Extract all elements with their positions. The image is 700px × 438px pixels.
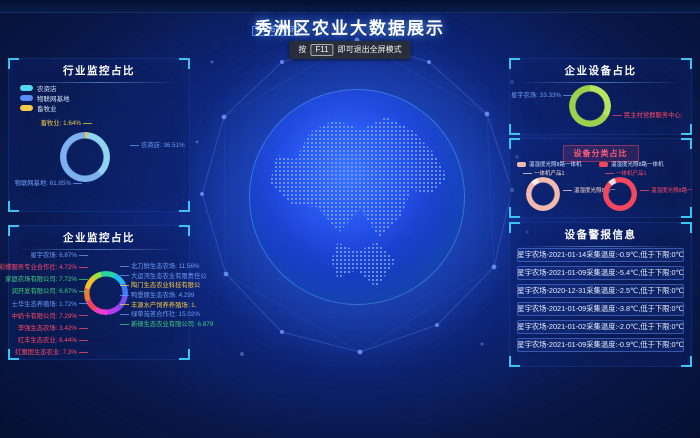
chart-label: 民主村党群服务中心: <box>613 112 682 120</box>
legend-label: 农资店 <box>37 83 57 93</box>
legend-swatch <box>599 162 608 167</box>
chart-label: 新硕生态农业有限公司: 6.879 <box>120 321 213 329</box>
chart-label: 大运河生态农业有限责任公 <box>120 273 207 281</box>
chart-label: 星宇农场: 6.87% <box>30 252 88 260</box>
enterprise-right-labels: 北刀鲜生态农场: 11.56% 大运河生态农业有限责任公 陶门生态农业科技有限公… <box>120 263 190 329</box>
chart-label: 温湿度光照8路一 <box>640 186 693 194</box>
industry-legend: 农资店 物联网基地 畜牧业 <box>20 83 70 113</box>
enterprise-left-labels: 星宇农场: 6.87% 彩蝶服务专业合作社: 4.72% 家庭农场有限公司: 7… <box>8 252 88 357</box>
industry-donut-chart <box>60 132 110 182</box>
alarm-row: 星宇农场-2021-01-09采集温度:-0.9℃,低于下限:0℃ <box>517 338 684 352</box>
equipment-donut-chart <box>569 85 611 127</box>
chart-label: 畜牧业: 1.64% <box>16 120 92 128</box>
top-bar <box>0 0 700 13</box>
panel-device-alarm-info: 设备警报信息 星宇农场-2021-01-14采集温度:-0.9℃,低于下限:0℃… <box>509 222 692 367</box>
chart-label: 红丰生态农业: 6.44% <box>18 337 88 345</box>
continent-dots-asia <box>266 117 447 242</box>
panel-title: 企业设备占比 <box>509 58 692 83</box>
chart-label: 李强生态农场: 3.42% <box>18 325 88 333</box>
alarm-row: 星宇农场-2021-01-09采集温度:-5.4℃,低于下限:0℃ <box>517 266 684 280</box>
chart-label: 士华生态养殖场: 1.72% <box>12 301 88 309</box>
legend-swatch <box>20 85 33 91</box>
legend-item[interactable]: 畜牧业 <box>20 103 70 113</box>
chart-label: 鸭堡原生态农场: 4.299 <box>120 292 194 300</box>
panel-industry-monitor-ratio: 行业监控占比 农资店 物联网基地 畜牧业 畜牧业: 1.64% 农资店: 36.… <box>8 58 190 212</box>
panel-title: 企业监控占比 <box>8 225 190 250</box>
device-class-donut-left <box>526 177 560 211</box>
alarm-row: 星宇农场-2021-01-02采集温度:-2.0℃,低于下限:0℃ <box>517 320 684 334</box>
chart-label: 丰源水产饲养养殖场: 1. <box>120 302 196 310</box>
chart-label: 北刀鲜生态农场: 11.56% <box>120 263 199 271</box>
chart-label: 中奶卡有限公司: 7.29% <box>12 313 88 321</box>
continent-dots-islands <box>331 242 396 287</box>
legend-item[interactable]: 物联网基地 <box>20 93 70 103</box>
chart-label: 星宇农场: 33.33% <box>511 92 567 100</box>
alarm-list: 星宇农场-2021-01-14采集温度:-0.9℃,低于下限:0℃ 星宇农场-2… <box>517 248 684 356</box>
dashboard-screen: TASGOUREAT 秀洲区农业大数据展示 按F11即可退出全屏模式 行业监控占… <box>0 0 700 438</box>
panel-enterprise-equipment-ratio: 企业设备占比 星宇农场: 33.33% 民主村党群服务中心: <box>509 58 692 135</box>
globe-visualization <box>249 89 465 305</box>
chart-label: 陶门生态农业科技有限公 <box>120 282 200 290</box>
panel-device-class-ratio: 设备分类占比 温湿度光照8路一体机 一体机产品1 温湿度光照8路一 温湿度光照8… <box>509 138 692 218</box>
chart-label: 红魔国生态农业: 7.3% <box>15 349 88 357</box>
chart-label: 一体机产品1 <box>605 169 647 177</box>
legend-label: 温湿度光照8路一体机 <box>529 160 582 168</box>
legend-label: 温湿度光照8路一体机 <box>611 160 664 168</box>
legend-label: 畜牧业 <box>37 103 57 113</box>
chart-label: 物联网基地: 61.85% <box>10 180 82 188</box>
alarm-row: 星宇农场-2020-12-31采集温度:-2.5℃,低于下限:0℃ <box>517 284 684 298</box>
alarm-row: 星宇农场-2021-01-14采集温度:-0.9℃,低于下限:0℃ <box>517 248 684 262</box>
panel-enterprise-monitor-ratio: 企业监控占比 星宇农场: 6.87% 彩蝶服务专业合作社: 4.72% 家庭农场… <box>8 225 190 360</box>
page-title: 秀洲区农业大数据展示 <box>0 14 700 39</box>
legend-item[interactable]: 温湿度光照8路一体机 <box>517 160 582 168</box>
panel-title: 设备警报信息 <box>509 222 692 247</box>
legend-label: 物联网基地 <box>37 93 70 103</box>
legend-item[interactable]: 温湿度光照8路一体机 <box>599 160 664 168</box>
chart-label: 家庭农场有限公司: 7.72% <box>5 276 88 284</box>
chart-label: 一体机产品1 <box>523 169 565 177</box>
chart-label: 绿草苑茗合作社: 15.02% <box>120 311 200 319</box>
legend-swatch <box>20 95 33 101</box>
device-class-donut-right <box>603 177 637 211</box>
tip-prefix: 按 <box>298 45 306 54</box>
f11-key: F11 <box>310 44 333 56</box>
chart-label: 彩蝶服务专业合作社: 4.72% <box>0 264 88 272</box>
alarm-row: 星宇农场-2021-01-09采集温度:-3.8℃,低于下限:0℃ <box>517 302 684 316</box>
legend-swatch <box>517 162 526 167</box>
legend-item[interactable]: 农资店 <box>20 83 70 93</box>
panel-title: 行业监控占比 <box>8 58 190 83</box>
panel-title-wrap: 设备分类占比 <box>509 138 692 162</box>
tip-suffix: 即可退出全屏模式 <box>338 45 402 54</box>
fullscreen-exit-tooltip: 按 F11 即可退出全屏模式 <box>289 41 410 59</box>
legend-swatch <box>20 105 33 111</box>
chart-label: 农资店: 36.51% <box>130 142 185 150</box>
chart-label: 润开发有限公司: 6.87% <box>12 288 88 296</box>
